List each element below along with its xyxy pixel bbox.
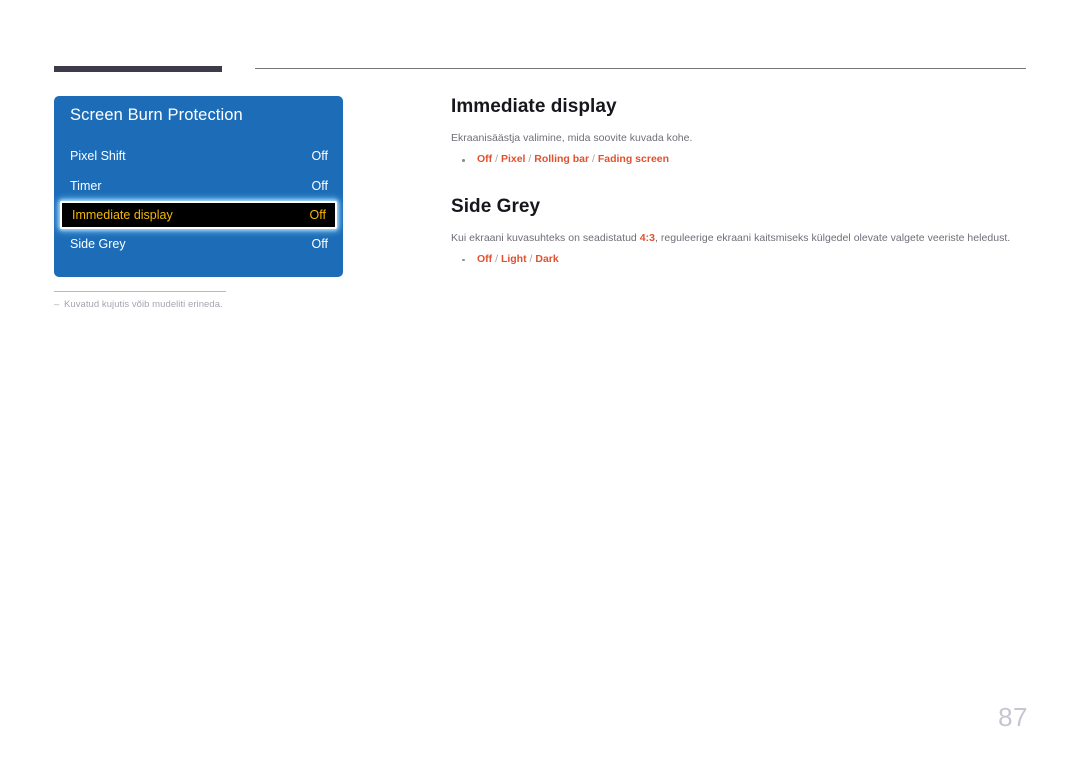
option-list-side-grey: Off / Light / Dark — [451, 252, 1026, 268]
osd-menu-item-pixel-shift[interactable]: Pixel Shift Off — [54, 141, 343, 171]
osd-item-value: Off — [309, 208, 326, 222]
section-body-highlight: 4:3 — [639, 231, 655, 244]
section-heading-immediate-display: Immediate display — [451, 96, 617, 117]
osd-menu-title: Screen Burn Protection — [70, 106, 243, 124]
manual-page: Screen Burn Protection Pixel Shift Off T… — [0, 0, 1080, 763]
option-separator: / — [525, 153, 535, 166]
footnote: ‒ Kuvatud kujutis võib mudeliti erineda. — [54, 299, 223, 310]
header-rule-thick — [54, 66, 222, 72]
osd-menu-item-immediate-display[interactable]: Immediate display Off — [60, 201, 337, 229]
option-value: Pixel — [500, 153, 526, 166]
osd-item-value: Off — [311, 237, 328, 251]
footnote-dash: ‒ — [54, 299, 60, 310]
osd-item-label: Pixel Shift — [70, 149, 126, 163]
content-column: Immediate display Ekraanisäästja valimin… — [451, 96, 1026, 268]
option-value: Fading screen — [597, 153, 670, 166]
osd-item-value: Off — [311, 149, 328, 163]
footnote-divider — [54, 291, 226, 292]
section-body-prefix: Kui ekraani kuvasuhteks on seadistatud — [451, 231, 640, 244]
option-separator: / — [492, 252, 501, 265]
osd-item-label: Immediate display — [72, 208, 173, 222]
option-value: Rolling bar — [534, 153, 590, 166]
section-body-suffix: , reguleerige ekraani kaitsmiseks külged… — [654, 231, 1011, 244]
option-list-immediate-display: Off / Pixel / Rolling bar / Fading scree… — [451, 152, 1026, 168]
option-separator: / — [492, 153, 501, 166]
section-body-prefix: Ekraanisäästja valimine, mida soovite ku… — [451, 131, 693, 144]
option-list-item: Off / Light / Dark — [451, 252, 1026, 268]
page-number: 87 — [998, 702, 1028, 732]
osd-menu-panel: Screen Burn Protection Pixel Shift Off T… — [54, 96, 343, 277]
option-separator: / — [589, 153, 598, 166]
option-list-item: Off / Pixel / Rolling bar / Fading scree… — [451, 152, 1026, 168]
section-body-immediate-display: Ekraanisäästja valimine, mida soovite ku… — [451, 131, 1026, 146]
header-rule-thin — [255, 68, 1026, 69]
footnote-text: Kuvatud kujutis võib mudeliti erineda. — [64, 299, 223, 310]
option-value: Dark — [535, 252, 559, 265]
osd-item-label: Side Grey — [70, 237, 126, 251]
osd-menu-list: Pixel Shift Off Timer Off Immediate disp… — [54, 141, 343, 259]
osd-item-label: Timer — [70, 179, 102, 193]
option-value: Light — [500, 252, 527, 265]
osd-menu-item-side-grey[interactable]: Side Grey Off — [54, 229, 343, 259]
option-value: Off — [477, 252, 493, 265]
option-value: Off — [477, 153, 493, 166]
section-body-side-grey: Kui ekraani kuvasuhteks on seadistatud 4… — [451, 231, 1026, 246]
osd-menu-item-timer[interactable]: Timer Off — [54, 171, 343, 201]
osd-item-value: Off — [311, 179, 328, 193]
section-heading-side-grey: Side Grey — [451, 195, 541, 217]
